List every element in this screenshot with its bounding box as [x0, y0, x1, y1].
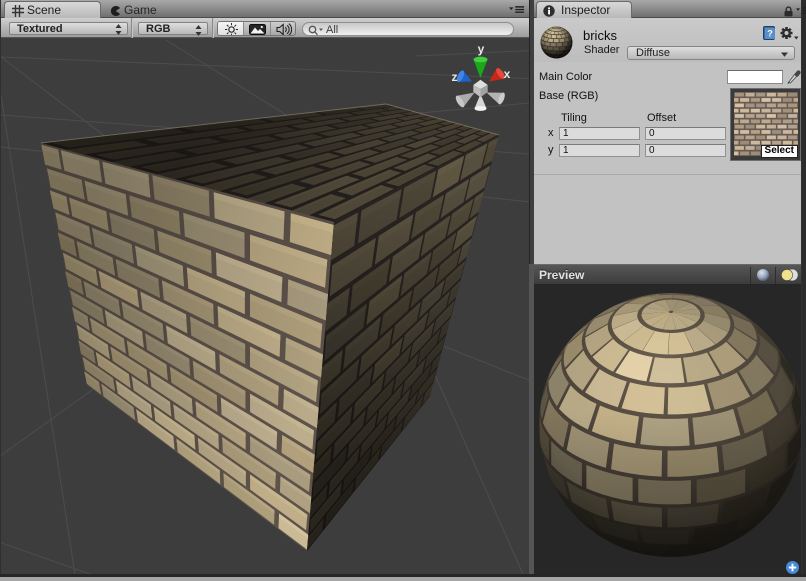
svg-text:y: y [478, 42, 485, 56]
svg-text:z: z [452, 70, 458, 84]
svg-text:?: ? [767, 29, 773, 39]
svg-text:x: x [504, 67, 511, 81]
